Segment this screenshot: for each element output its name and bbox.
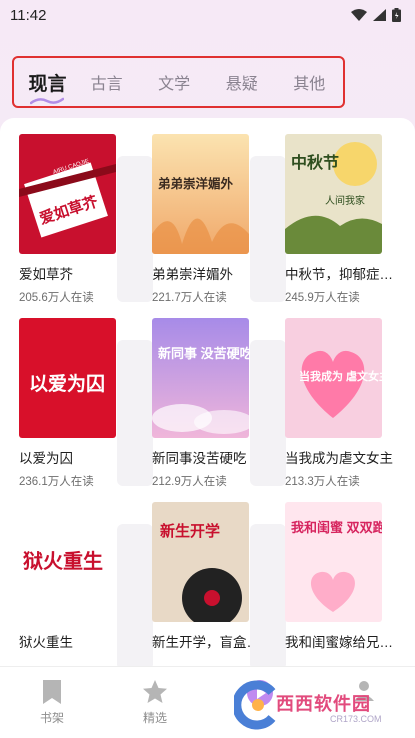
- book-cover[interactable]: 我和闺蜜 双双跑路: [285, 502, 382, 622]
- book-card[interactable]: 我和闺蜜 双双跑路 我和闺蜜嫁给兄…: [285, 502, 405, 657]
- book-cover[interactable]: 以爱为囚: [19, 318, 116, 438]
- status-time: 11:42: [10, 6, 47, 24]
- tab-label: 其他: [293, 76, 326, 93]
- book-title: 中秋节，抑郁症…: [285, 267, 393, 282]
- cover-title: 新同事 没苦硬吃: [158, 346, 249, 361]
- tab-label: 文学: [158, 76, 191, 93]
- nav-bookshelf[interactable]: 书架: [22, 679, 82, 726]
- book-cover[interactable]: 中秋节 人间我家: [285, 134, 382, 254]
- battery-icon: [392, 8, 401, 22]
- book-card[interactable]: 当我成为 虐文女主 当我成为虐文女主 213.3万人在读: [285, 318, 405, 489]
- cover-title: 新生开学: [160, 522, 220, 540]
- book-card[interactable]: 新生开学 新生开学，盲盒…: [152, 502, 286, 670]
- star-icon: [143, 680, 167, 703]
- category-tabs: 现言 古言 文学 悬疑 其他: [12, 56, 345, 108]
- watermark-logo: 西西软件园 CR173.COM: [232, 676, 415, 738]
- cover-title: 当我成为 虐文女主: [299, 369, 382, 383]
- cover-sub: 人间我家: [325, 194, 365, 207]
- book-title: 狱火重生: [19, 635, 73, 650]
- book-card[interactable]: 中秋节 人间我家 中秋节，抑郁症… 245.9万人在读: [285, 134, 405, 305]
- book-cover[interactable]: 当我成为 虐文女主: [285, 318, 382, 438]
- book-card[interactable]: 新同事 没苦硬吃 新同事没苦硬吃 212.9万人在读: [152, 318, 286, 489]
- nav-label: 书架: [39, 711, 64, 725]
- book-title: 以爱为囚: [19, 451, 73, 466]
- book-card[interactable]: 弟弟崇洋媚外 弟弟崇洋媚外 221.7万人在读: [152, 134, 286, 305]
- bookmark-icon: [43, 680, 61, 704]
- book-shadow: [250, 156, 286, 302]
- book-cover[interactable]: 狱火重生: [19, 502, 116, 622]
- book-cover[interactable]: 新生开学: [152, 502, 249, 622]
- nav-featured[interactable]: 精选: [125, 679, 185, 726]
- book-shadow: [250, 524, 286, 670]
- tab-xuanyi[interactable]: 悬疑: [208, 70, 276, 94]
- book-shadow: [117, 340, 153, 486]
- status-icons: [351, 8, 401, 22]
- tab-xianyan[interactable]: 现言: [22, 69, 73, 104]
- status-bar: 11:42: [0, 0, 415, 30]
- cover-title: 中秋节: [291, 153, 339, 172]
- signal-icon: [373, 9, 386, 21]
- tab-qita[interactable]: 其他: [275, 70, 343, 94]
- watermark-c-icon: [234, 680, 276, 730]
- book-card[interactable]: 以爱为囚 以爱为囚 236.1万人在读: [19, 318, 153, 489]
- book-shadow: [117, 524, 153, 670]
- wifi-icon: [351, 9, 367, 21]
- cover-title: 狱火重生: [23, 550, 103, 573]
- tab-guyan[interactable]: 古言: [73, 70, 141, 94]
- book-title: 当我成为虐文女主: [285, 451, 393, 466]
- book-title: 爱如草芥: [19, 267, 73, 282]
- book-readers: 245.9万人在读: [285, 292, 360, 304]
- book-grid: AIRU CAOJIE 爱如草芥 爱如草芥 205.6万人在读 弟弟崇洋媚外 弟…: [0, 118, 415, 670]
- active-tab-indicator: [30, 97, 64, 104]
- tab-label: 古言: [90, 76, 123, 93]
- watermark-text: 西西软件园: [276, 694, 371, 714]
- book-shadow: [250, 340, 286, 486]
- book-card[interactable]: 狱火重生 狱火重生: [19, 502, 153, 670]
- tab-wenxue[interactable]: 文学: [140, 70, 208, 94]
- cover-title: 以爱为囚: [29, 372, 105, 395]
- cover-title: 我和闺蜜 双双跑路: [291, 520, 382, 535]
- book-title: 新同事没苦硬吃: [152, 451, 247, 466]
- book-cover[interactable]: AIRU CAOJIE 爱如草芥: [19, 134, 116, 254]
- book-readers: 213.3万人在读: [285, 476, 360, 488]
- book-title: 新生开学，盲盒…: [152, 635, 260, 650]
- tab-label: 现言: [28, 73, 67, 95]
- book-shadow: [117, 156, 153, 302]
- book-title: 我和闺蜜嫁给兄…: [285, 635, 393, 650]
- book-cover[interactable]: 弟弟崇洋媚外: [152, 134, 249, 254]
- watermark-sub: CR173.COM: [330, 714, 382, 724]
- tab-label: 悬疑: [225, 76, 258, 93]
- book-card[interactable]: AIRU CAOJIE 爱如草芥 爱如草芥 205.6万人在读: [19, 134, 153, 305]
- book-cover[interactable]: 新同事 没苦硬吃: [152, 318, 249, 438]
- nav-label: 精选: [142, 711, 167, 725]
- cover-title: 弟弟崇洋媚外: [158, 176, 234, 191]
- book-title: 弟弟崇洋媚外: [152, 267, 233, 282]
